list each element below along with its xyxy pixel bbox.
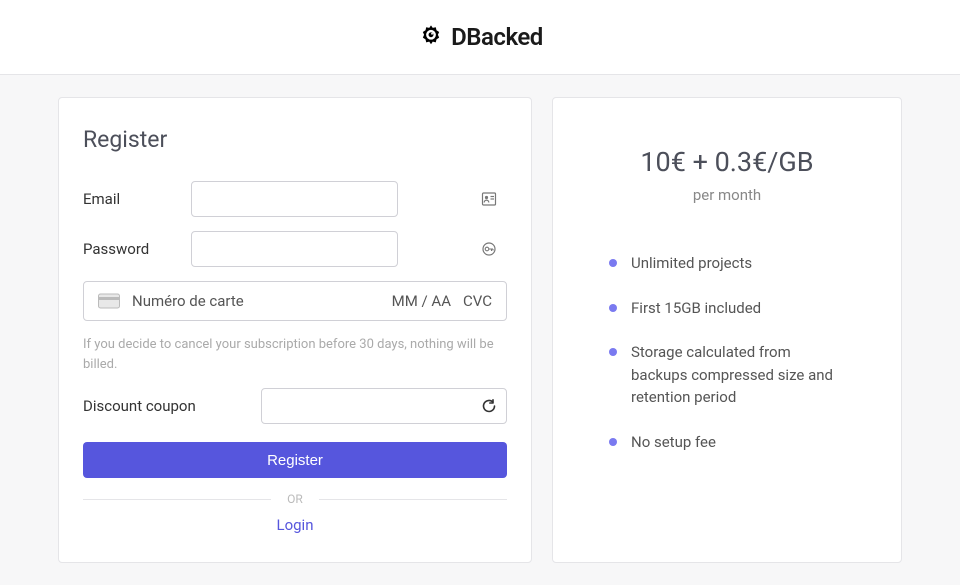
- feature-text: Storage calculated from backups compress…: [631, 341, 845, 409]
- password-label: Password: [83, 240, 191, 258]
- key-icon: [481, 241, 497, 257]
- register-card: Register Email Password: [58, 97, 532, 563]
- password-field[interactable]: [191, 231, 398, 267]
- card-expiry-placeholder: MM / AA: [392, 292, 451, 310]
- bullet-icon: [609, 304, 617, 312]
- coupon-field[interactable]: [261, 388, 507, 424]
- or-divider: OR: [83, 492, 507, 506]
- main-container: Register Email Password: [0, 75, 960, 585]
- feature-list: Unlimited projects First 15GB included S…: [577, 252, 877, 453]
- email-field[interactable]: [191, 181, 398, 217]
- feature-item: No setup fee: [609, 431, 845, 454]
- bullet-icon: [609, 438, 617, 446]
- login-link[interactable]: Login: [83, 516, 507, 534]
- register-button[interactable]: Register: [83, 442, 507, 478]
- feature-text: No setup fee: [631, 431, 716, 454]
- coupon-row: Discount coupon: [83, 388, 507, 424]
- bullet-icon: [609, 348, 617, 356]
- header: DBacked: [0, 0, 960, 75]
- feature-text: Unlimited projects: [631, 252, 752, 275]
- email-label: Email: [83, 190, 191, 208]
- feature-item: First 15GB included: [609, 297, 845, 320]
- page-title: Register: [83, 126, 507, 153]
- password-row: Password: [83, 231, 507, 267]
- feature-item: Storage calculated from backups compress…: [609, 341, 845, 409]
- brand-name: DBacked: [451, 23, 543, 51]
- feature-text: First 15GB included: [631, 297, 761, 320]
- card-number-placeholder: Numéro de carte: [132, 292, 380, 310]
- card-cvc-placeholder: CVC: [463, 292, 492, 310]
- coupon-label: Discount coupon: [83, 397, 251, 415]
- refresh-icon[interactable]: [481, 398, 497, 414]
- email-row: Email: [83, 181, 507, 217]
- bullet-icon: [609, 259, 617, 267]
- divider-text: OR: [271, 492, 319, 506]
- gear-eye-icon: [417, 23, 445, 51]
- credit-card-icon: [98, 293, 120, 309]
- feature-item: Unlimited projects: [609, 252, 845, 275]
- price-line: 10€ + 0.3€/GB: [577, 146, 877, 178]
- cancellation-note: If you decide to cancel your subscriptio…: [83, 335, 507, 374]
- card-input[interactable]: Numéro de carte MM / AA CVC: [83, 281, 507, 321]
- brand-logo[interactable]: DBacked: [417, 23, 543, 51]
- contact-card-icon: [481, 191, 497, 207]
- pricing-card: 10€ + 0.3€/GB per month Unlimited projec…: [552, 97, 902, 563]
- price-subtext: per month: [577, 186, 877, 204]
